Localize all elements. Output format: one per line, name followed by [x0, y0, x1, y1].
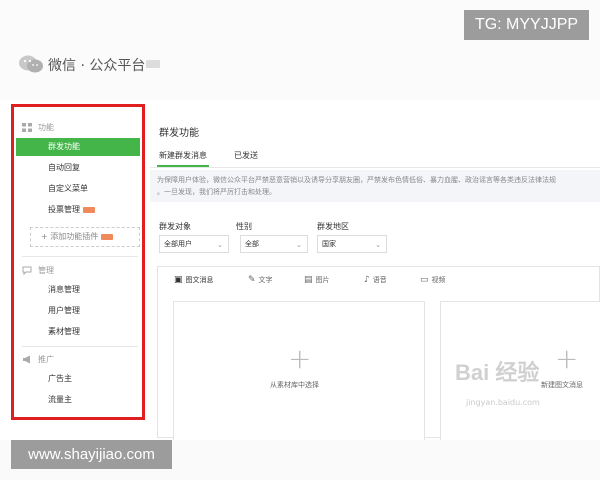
- sidebar-item-users[interactable]: 用户管理: [16, 302, 140, 320]
- filter-label-target: 群发对象: [159, 222, 191, 231]
- tab-new-mass-message[interactable]: 新建群发消息: [157, 150, 209, 167]
- image-icon: ▤: [304, 275, 313, 285]
- article-icon: ▣: [174, 275, 183, 285]
- sidebar-item-mass-send[interactable]: 群发功能: [16, 138, 140, 156]
- sidebar-item-materials[interactable]: 素材管理: [16, 323, 140, 341]
- notice-line: 。一旦发现，我们将严厉打击和处理。: [157, 188, 276, 196]
- pencil-icon: ✎: [248, 275, 256, 285]
- filter-label-region: 群发地区: [317, 222, 349, 231]
- grid-icon: [22, 123, 32, 132]
- editor-toolbar: ▣ 图文消息 ✎ 文字 ▤ 图片 ♪ 语音 ▭ 视频: [158, 267, 600, 293]
- filter-label-gender: 性别: [236, 222, 252, 231]
- sidebar-item-messages[interactable]: 消息管理: [16, 281, 140, 299]
- baidu-watermark: Bai 经验: [455, 360, 540, 385]
- new-badge: [101, 233, 114, 240]
- chevron-down-icon: ⌄: [375, 241, 381, 249]
- mic-icon: ♪: [364, 275, 370, 285]
- tool-image[interactable]: ▤ 图片: [304, 275, 330, 285]
- sidebar-item-auto-reply[interactable]: 自动回复: [16, 159, 140, 177]
- tool-label: 文字: [258, 276, 273, 284]
- site-watermark: www.shayijiao.com: [11, 440, 172, 469]
- brand-title: 微信 · 公众平台: [48, 58, 146, 74]
- sidebar-item-advertiser[interactable]: 广告主: [16, 370, 140, 388]
- sidebar-section-promo: 推广: [22, 354, 54, 365]
- chevron-down-icon: ⌄: [217, 241, 223, 249]
- speech-bubble-icon: [22, 266, 32, 275]
- target-select[interactable]: 全部用户 ⌄: [159, 235, 229, 253]
- notice-banner: 为保障用户体验，微信公众平台严禁恶意营销以及诱导分享朋友圈，严禁发布色情低俗、暴…: [150, 170, 600, 202]
- add-plugin-label: + 添加功能插件: [41, 232, 99, 241]
- tab-bar: 新建群发消息 已发送: [150, 144, 600, 168]
- message-editor: ▣ 图文消息 ✎ 文字 ▤ 图片 ♪ 语音 ▭ 视频 + 从素材库中选择 + 新建图文消息: [157, 266, 600, 451]
- sidebar-item-custom-menu[interactable]: 自定义菜单: [16, 180, 140, 198]
- sidebar-section-label: 管理: [38, 266, 54, 275]
- plus-icon: +: [555, 342, 579, 375]
- tool-label: 图片: [315, 276, 330, 284]
- megaphone-icon: [23, 355, 30, 364]
- sidebar-divider: [22, 256, 138, 257]
- main-panel: 群发功能 新建群发消息 已发送 为保障用户体验，微信公众平台严禁恶意营销以及诱导…: [150, 108, 600, 451]
- sidebar-item-traffic-owner[interactable]: 流量主: [16, 391, 140, 409]
- card-label: 新建图文消息: [541, 381, 583, 389]
- sidebar: 功能 群发功能 自动回复 自定义菜单 投票管理 + 添加功能插件 管理 消息管理…: [14, 108, 142, 418]
- select-from-library-card[interactable]: + 从素材库中选择: [173, 301, 425, 451]
- select-value: 国家: [322, 240, 336, 248]
- region-select[interactable]: 国家 ⌄: [317, 235, 387, 253]
- tool-text[interactable]: ✎ 文字: [248, 275, 273, 285]
- new-badge: [83, 206, 95, 213]
- sidebar-section-function: 功能: [22, 122, 54, 133]
- sidebar-section-label: 功能: [38, 123, 54, 132]
- select-value: 全部用户: [164, 240, 192, 248]
- tool-voice[interactable]: ♪ 语音: [364, 275, 387, 285]
- page-title: 群发功能: [159, 128, 199, 139]
- tab-sent[interactable]: 已发送: [234, 150, 258, 161]
- tool-label: 图文消息: [185, 276, 214, 284]
- sidebar-item-vote[interactable]: 投票管理: [16, 201, 140, 219]
- notice-line: 为保障用户体验，微信公众平台严禁恶意营销以及诱导分享朋友圈，严禁发布色情低俗、暴…: [157, 176, 556, 184]
- sidebar-section-label: 推广: [38, 355, 54, 364]
- tool-label: 语音: [372, 276, 387, 284]
- card-label: 从素材库中选择: [270, 381, 319, 389]
- baidu-watermark-url: jingyan.baidu.com: [466, 398, 540, 407]
- tool-article[interactable]: ▣ 图文消息: [174, 275, 214, 285]
- sidebar-divider: [22, 346, 138, 347]
- sidebar-section-manage: 管理: [22, 265, 54, 276]
- select-value: 全部: [245, 240, 259, 248]
- plus-icon: +: [288, 342, 312, 375]
- tool-label: 视频: [431, 276, 446, 284]
- chevron-down-icon: ⌄: [296, 241, 302, 249]
- sidebar-item-label: 投票管理: [48, 205, 80, 214]
- brand-badge: [146, 60, 160, 68]
- video-icon: ▭: [420, 275, 429, 285]
- add-plugin-button[interactable]: + 添加功能插件: [30, 227, 140, 247]
- wechat-logo-icon: [19, 55, 43, 73]
- tool-video[interactable]: ▭ 视频: [420, 275, 446, 285]
- gender-select[interactable]: 全部 ⌄: [240, 235, 308, 253]
- tg-watermark: TG: MYYJJPP: [464, 10, 589, 40]
